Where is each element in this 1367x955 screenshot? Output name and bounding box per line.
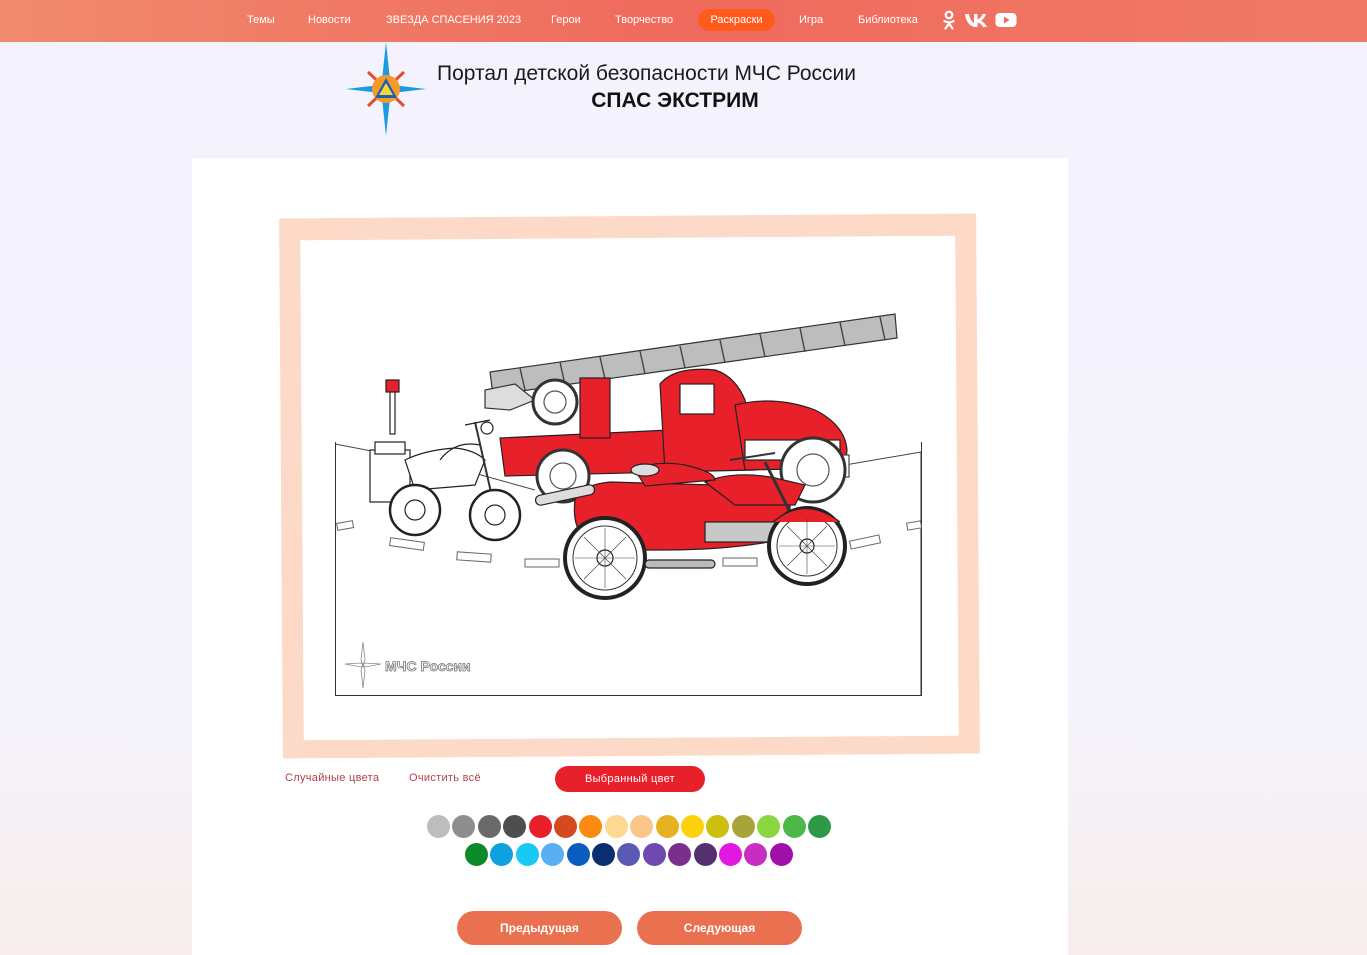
color-swatch[interactable] xyxy=(592,843,615,866)
portal-title: Портал детской безопасности МЧС России xyxy=(437,62,856,85)
nav-item-library[interactable]: Библиотека xyxy=(847,9,929,31)
color-swatch[interactable] xyxy=(477,815,501,838)
nav-item-heroes[interactable]: Герои xyxy=(540,9,592,31)
mchs-watermark-icon xyxy=(344,641,382,689)
youtube-icon[interactable] xyxy=(995,10,1017,30)
color-swatch[interactable] xyxy=(465,843,488,866)
nav-item-game[interactable]: Игра xyxy=(788,9,834,31)
color-swatch[interactable] xyxy=(681,815,704,838)
nav-item-themes[interactable]: Темы xyxy=(236,9,286,31)
portal-subtitle: СПАС ЭКСТРИМ xyxy=(591,89,759,112)
color-swatch[interactable] xyxy=(427,815,450,838)
color-swatch[interactable] xyxy=(719,843,742,866)
color-swatch[interactable] xyxy=(808,815,831,838)
color-swatch[interactable] xyxy=(731,815,755,838)
vk-icon[interactable] xyxy=(964,10,990,30)
color-swatch[interactable] xyxy=(515,843,539,866)
nav-item-creativity[interactable]: Творчество xyxy=(604,9,684,31)
color-swatch[interactable] xyxy=(782,815,806,838)
color-swatch[interactable] xyxy=(769,843,793,866)
color-swatch[interactable] xyxy=(528,815,552,838)
odnoklassniki-icon[interactable] xyxy=(943,10,955,30)
nav-item-rescue-star[interactable]: ЗВЕЗДА СПАСЕНИЯ 2023 xyxy=(375,9,532,31)
previous-button[interactable]: Предыдущая xyxy=(457,911,622,945)
color-swatch[interactable] xyxy=(693,843,717,866)
color-swatch[interactable] xyxy=(566,843,590,866)
nav-item-news[interactable]: Новости xyxy=(297,9,362,31)
color-swatch[interactable] xyxy=(642,843,666,866)
watermark-text: МЧС России xyxy=(385,658,471,674)
coloring-picture[interactable]: МЧС России xyxy=(335,300,923,697)
color-swatch[interactable] xyxy=(554,815,577,838)
nav-item-coloring[interactable]: Раскраски xyxy=(698,9,775,31)
clear-all-link[interactable]: Очистить всё xyxy=(409,772,481,784)
mchs-logo[interactable] xyxy=(346,42,426,136)
color-swatch[interactable] xyxy=(604,815,628,838)
color-swatch[interactable] xyxy=(655,815,679,838)
selected-color-button[interactable]: Выбранный цвет xyxy=(555,766,705,792)
top-navigation: Темы Новости ЗВЕЗДА СПАСЕНИЯ 2023 Герои … xyxy=(0,0,1367,42)
random-colors-link[interactable]: Случайные цвета xyxy=(285,772,379,784)
next-button[interactable]: Следующая xyxy=(637,911,802,945)
